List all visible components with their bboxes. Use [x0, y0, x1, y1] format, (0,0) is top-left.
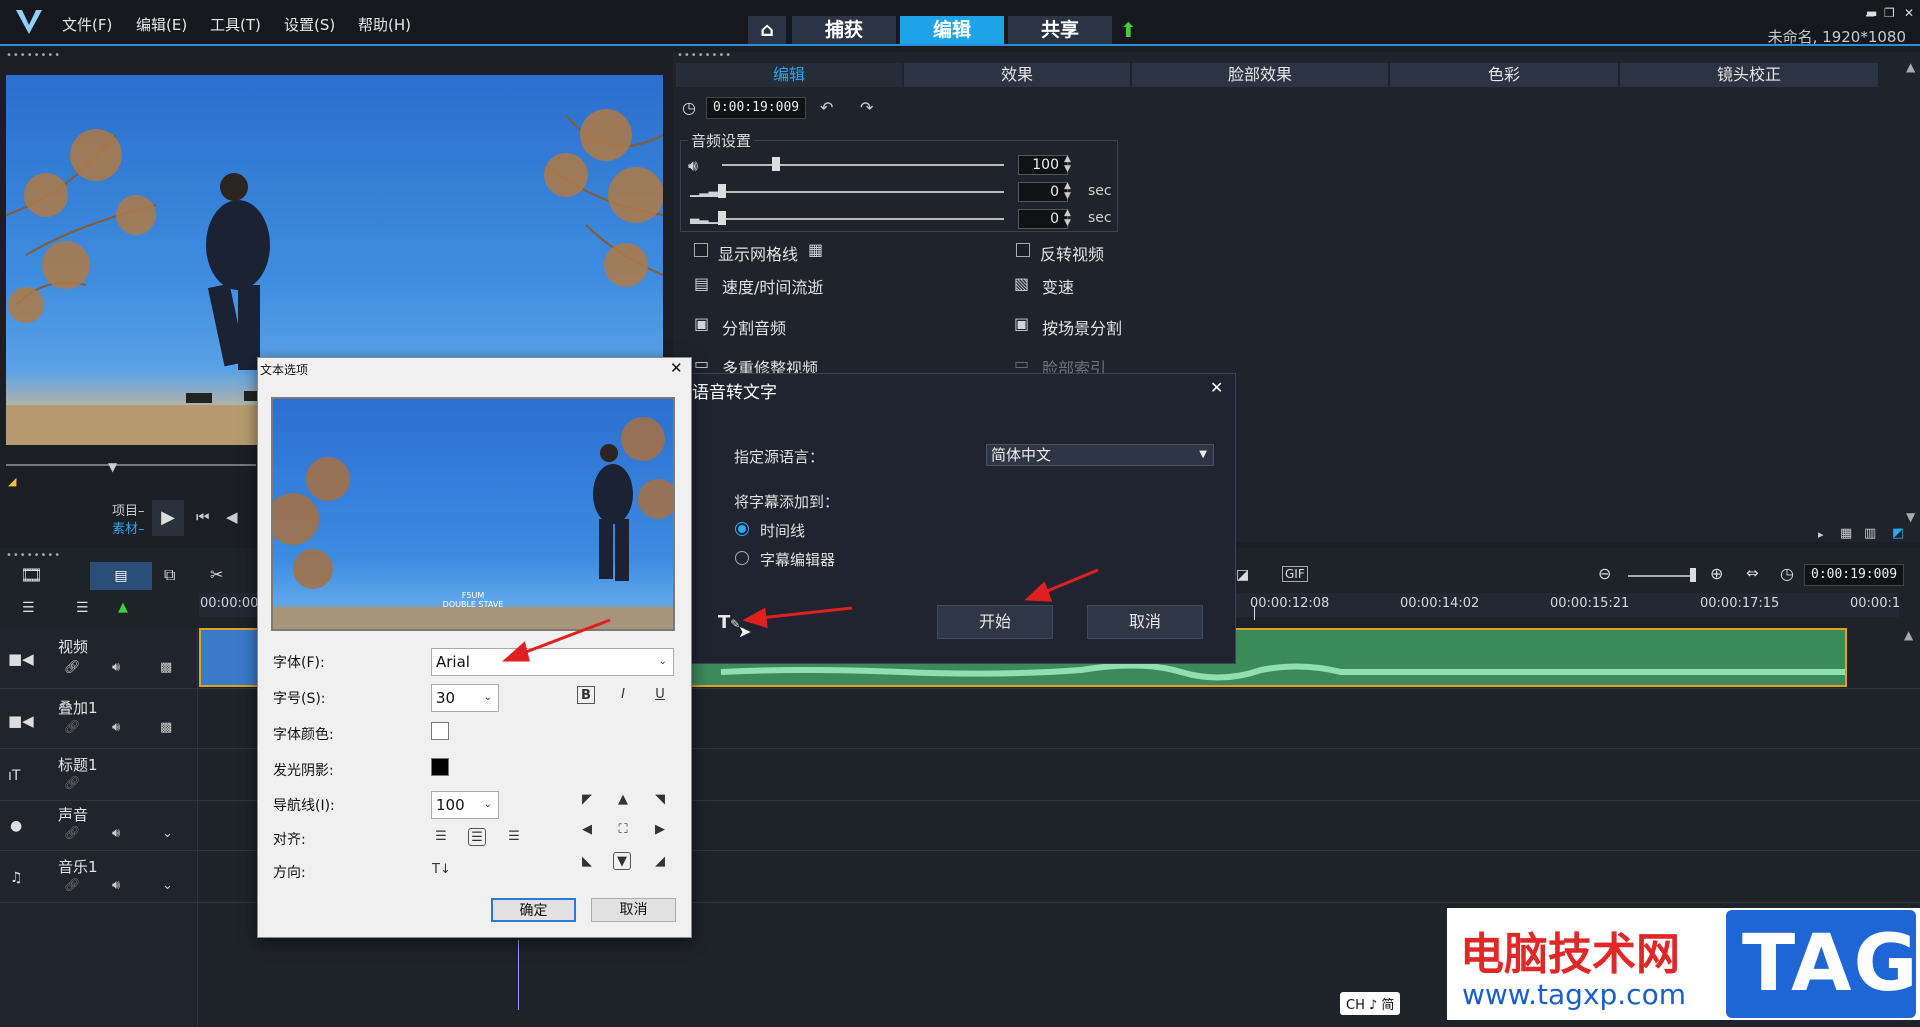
watermark-badge-text: TAG	[1742, 919, 1920, 1009]
annotation-arrows	[502, 568, 1099, 662]
watermark-url: www.tagxp.com	[1462, 978, 1686, 1011]
watermark-title: 电脑技术网	[1460, 929, 1680, 980]
